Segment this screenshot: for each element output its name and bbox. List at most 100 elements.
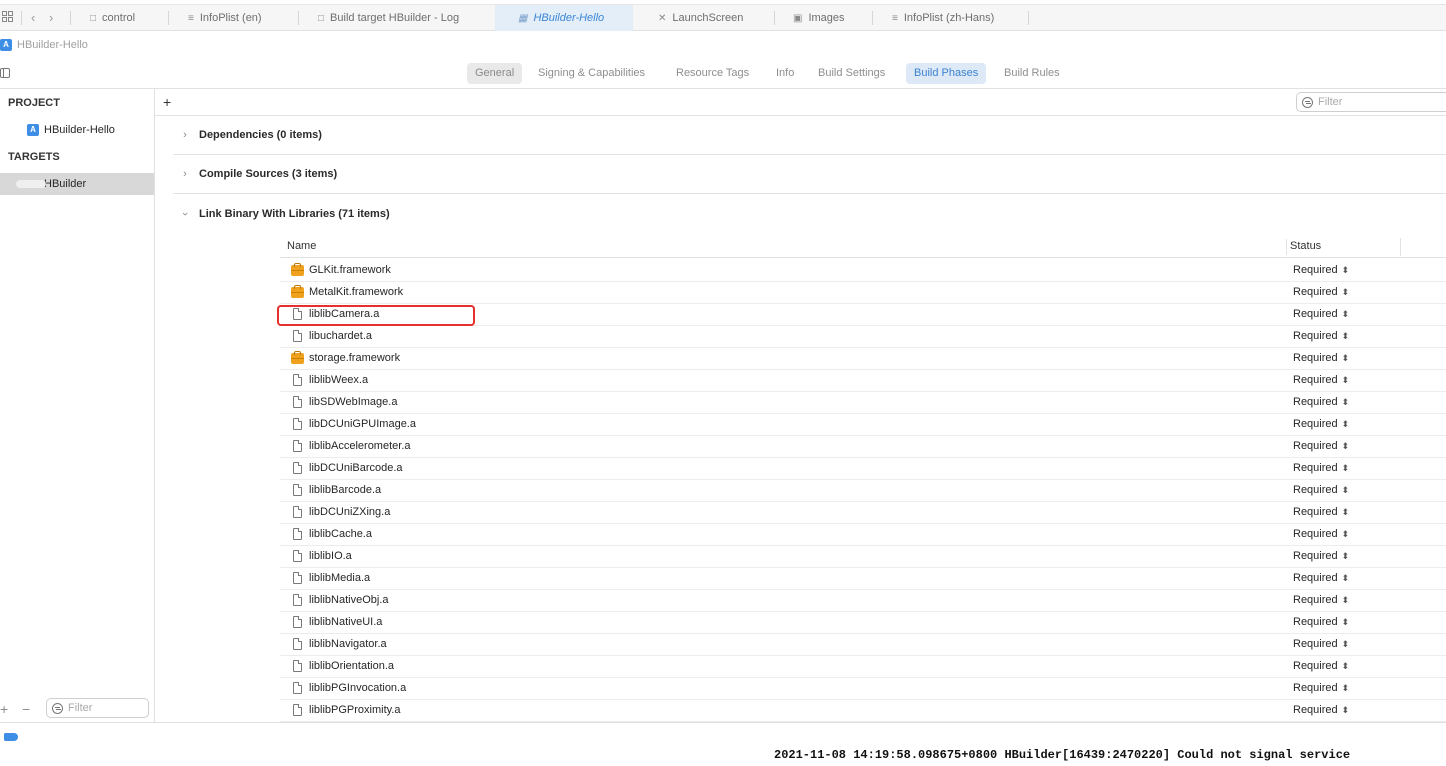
framework-icon — [291, 351, 304, 364]
back-chevron-icon[interactable]: ‹ — [31, 10, 35, 25]
file-icon — [293, 440, 302, 452]
chevron-down-icon[interactable]: › — [179, 208, 191, 220]
status-popup[interactable]: Required ⬍ — [1293, 462, 1349, 474]
status-popup[interactable]: Required ⬍ — [1293, 594, 1349, 606]
status-popup[interactable]: Required ⬍ — [1293, 616, 1349, 628]
forward-chevron-icon[interactable]: › — [49, 10, 53, 25]
up-down-chevron-icon: ⬍ — [1341, 639, 1350, 649]
column-header-status[interactable]: Status — [1290, 240, 1321, 252]
tab-infoplist-en[interactable]: ≡ InfoPlist (en) — [188, 5, 262, 31]
status-popup[interactable]: Required ⬍ — [1293, 682, 1349, 694]
status-popup[interactable]: Required ⬍ — [1293, 352, 1349, 364]
tab-build-settings[interactable]: Build Settings — [810, 63, 893, 84]
tab-general[interactable]: General — [467, 63, 523, 84]
tab-build-phases[interactable]: Build Phases — [906, 63, 987, 84]
tab-resource-tags[interactable]: Resource Tags — [668, 63, 757, 84]
file-icon — [293, 330, 302, 342]
tab-info[interactable]: Info — [768, 63, 802, 84]
library-row[interactable]: liblibCache.a Required ⬍ — [280, 524, 1446, 546]
add-build-phase-button[interactable]: + — [163, 94, 171, 110]
library-row[interactable]: liblibPGProximity.a Required ⬍ — [280, 700, 1446, 722]
chevron-right-icon[interactable]: › — [179, 168, 191, 180]
library-row[interactable]: liblibOrientation.a Required ⬍ — [280, 656, 1446, 678]
status-popup[interactable]: Required ⬍ — [1293, 264, 1349, 276]
status-label: Required — [1293, 286, 1338, 298]
file-icon — [293, 550, 302, 562]
status-popup[interactable]: Required ⬍ — [1293, 286, 1349, 298]
status-popup[interactable]: Required ⬍ — [1293, 308, 1349, 320]
library-row[interactable]: libDCUniBarcode.a Required ⬍ — [280, 458, 1446, 480]
remove-target-button[interactable]: − — [22, 701, 30, 717]
up-down-chevron-icon: ⬍ — [1341, 485, 1350, 495]
sidebar-filter-field[interactable]: Filter — [46, 698, 149, 718]
status-label: Required — [1293, 682, 1338, 694]
library-row[interactable]: liblibBarcode.a Required ⬍ — [280, 480, 1446, 502]
tab-build-log[interactable]: □ Build target HBuilder - Log — [318, 5, 459, 31]
library-row[interactable]: libDCUniZXing.a Required ⬍ — [280, 502, 1446, 524]
library-row[interactable]: GLKit.framework Required ⬍ — [280, 260, 1446, 282]
highlight-box — [277, 305, 475, 326]
status-popup[interactable]: Required ⬍ — [1293, 396, 1349, 408]
tab-infoplist-zh-hans[interactable]: ≡ InfoPlist (zh-Hans) — [892, 5, 994, 31]
library-row[interactable]: liblibWeex.a Required ⬍ — [280, 370, 1446, 392]
status-popup[interactable]: Required ⬍ — [1293, 330, 1349, 342]
phase-compile-sources[interactable]: › Compile Sources (3 items) — [173, 155, 1446, 194]
up-down-chevron-icon: ⬍ — [1341, 265, 1350, 275]
status-label: Required — [1293, 660, 1338, 672]
breakpoints-toggle-icon[interactable] — [4, 733, 18, 741]
library-row[interactable]: liblibNativeUI.a Required ⬍ — [280, 612, 1446, 634]
status-popup[interactable]: Required ⬍ — [1293, 638, 1349, 650]
chevron-right-icon[interactable]: › — [179, 129, 191, 141]
library-name: liblibNativeUI.a — [309, 616, 383, 628]
status-label: Required — [1293, 440, 1338, 452]
library-row[interactable]: liblibMedia.a Required ⬍ — [280, 568, 1446, 590]
library-name: liblibBarcode.a — [309, 484, 382, 496]
up-down-chevron-icon: ⬍ — [1341, 353, 1350, 363]
status-label: Required — [1293, 418, 1338, 430]
library-row[interactable]: libuchardet.a Required ⬍ — [280, 326, 1446, 348]
library-name: liblibCache.a — [309, 528, 372, 540]
tab-hbuilder-hello[interactable]: ▦ HBuilder-Hello — [495, 5, 633, 31]
library-row[interactable]: MetalKit.framework Required ⬍ — [280, 282, 1446, 304]
phase-dependencies[interactable]: › Dependencies (0 items) — [173, 116, 1446, 155]
library-row[interactable]: liblibIO.a Required ⬍ — [280, 546, 1446, 568]
sidebar-item-target[interactable]: HBuilder — [0, 173, 154, 195]
library-row[interactable]: libSDWebImage.a Required ⬍ — [280, 392, 1446, 414]
library-name: libDCUniZXing.a — [309, 506, 391, 518]
status-popup[interactable]: Required ⬍ — [1293, 506, 1349, 518]
sidebar-item-project[interactable]: A HBuilder-Hello — [0, 119, 154, 141]
column-header-name[interactable]: Name — [287, 240, 316, 252]
status-popup[interactable]: Required ⬍ — [1293, 374, 1349, 386]
tab-images[interactable]: ▣ Images — [793, 5, 845, 31]
library-name: MetalKit.framework — [309, 286, 404, 298]
status-popup[interactable]: Required ⬍ — [1293, 440, 1349, 452]
status-popup[interactable]: Required ⬍ — [1293, 550, 1349, 562]
library-row[interactable]: libDCUniGPUImage.a Required ⬍ — [280, 414, 1446, 436]
library-row[interactable]: storage.framework Required ⬍ — [280, 348, 1446, 370]
tab-control[interactable]: □ control — [90, 5, 135, 31]
up-down-chevron-icon: ⬍ — [1341, 617, 1350, 627]
file-icon — [293, 396, 302, 408]
status-popup[interactable]: Required ⬍ — [1293, 484, 1349, 496]
grid-icon[interactable] — [2, 11, 13, 22]
tab-signing-capabilities[interactable]: Signing & Capabilities — [530, 63, 653, 84]
library-row[interactable]: liblibAccelerometer.a Required ⬍ — [280, 436, 1446, 458]
tab-build-rules[interactable]: Build Rules — [996, 63, 1068, 84]
build-phases-filter-field[interactable]: Filter — [1296, 92, 1446, 112]
up-down-chevron-icon: ⬍ — [1341, 551, 1350, 561]
library-row[interactable]: liblibNativeObj.a Required ⬍ — [280, 590, 1446, 612]
status-popup[interactable]: Required ⬍ — [1293, 528, 1349, 540]
phase-link-binary[interactable]: › Link Binary With Libraries (71 items) — [173, 194, 1446, 233]
add-target-button[interactable]: + — [0, 701, 8, 717]
library-row[interactable]: liblibPGInvocation.a Required ⬍ — [280, 678, 1446, 700]
tab-launchscreen[interactable]: ✕ LaunchScreen — [658, 5, 743, 31]
library-row[interactable]: liblibNavigator.a Required ⬍ — [280, 634, 1446, 656]
status-popup[interactable]: Required ⬍ — [1293, 418, 1349, 430]
breadcrumb[interactable]: A HBuilder-Hello — [0, 36, 88, 54]
status-label: Required — [1293, 484, 1338, 496]
library-name: libuchardet.a — [309, 330, 372, 342]
status-popup[interactable]: Required ⬍ — [1293, 704, 1349, 716]
library-name: GLKit.framework — [309, 264, 391, 276]
status-popup[interactable]: Required ⬍ — [1293, 572, 1349, 584]
status-popup[interactable]: Required ⬍ — [1293, 660, 1349, 672]
